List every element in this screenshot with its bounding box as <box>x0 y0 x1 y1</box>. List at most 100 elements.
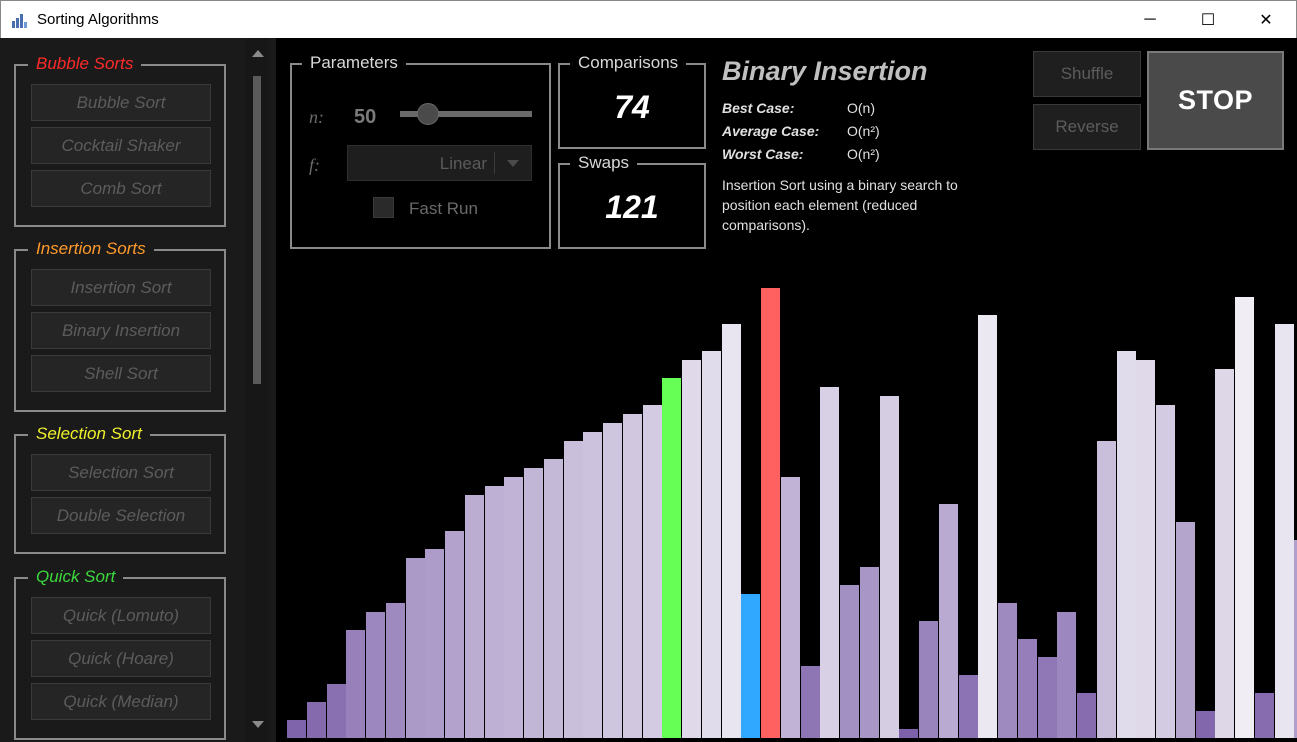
array-bar <box>1235 297 1254 738</box>
algorithm-button[interactable]: Bubble Sort <box>31 84 211 121</box>
average-case-label: Average Case: <box>722 123 820 139</box>
scroll-thumb[interactable] <box>253 76 261 384</box>
array-bar <box>781 477 800 738</box>
n-value: 50 <box>354 106 377 128</box>
algorithm-title: Binary Insertion <box>722 56 928 86</box>
scroll-down-arrow-icon[interactable] <box>252 721 264 728</box>
algorithm-sidebar: Bubble Sorts Bubble Sort Cocktail Shaker Co… <box>0 38 276 742</box>
group-title: Insertion Sorts <box>28 239 154 259</box>
array-bar <box>1097 441 1116 738</box>
array-bar <box>939 504 958 738</box>
array-bar <box>1275 324 1294 738</box>
sorting-visualization <box>287 270 1297 738</box>
comparisons-label: Comparisons <box>570 53 687 73</box>
fast-run-checkbox[interactable] <box>373 197 394 218</box>
sidebar-scrollbar[interactable] <box>246 38 268 742</box>
close-icon: ✕ <box>1259 12 1273 29</box>
array-bar <box>623 414 642 738</box>
array-bar <box>1196 711 1215 738</box>
array-bar <box>465 495 484 738</box>
swaps-value: 121 <box>605 189 659 225</box>
minimize-button[interactable]: ─ <box>1121 1 1179 39</box>
array-bar <box>722 324 741 738</box>
comparisons-panel: Comparisons 74 <box>558 53 706 149</box>
scroll-up-arrow-icon[interactable] <box>252 50 264 57</box>
fast-run-label: Fast Run <box>409 199 478 218</box>
maximize-icon: ☐ <box>1200 12 1216 29</box>
array-bar <box>564 441 583 738</box>
group-title: Selection Sort <box>28 424 150 444</box>
algorithm-group: Selection Sort Selection Sort Double Selec… <box>14 424 226 554</box>
array-bar <box>741 594 760 738</box>
array-bar <box>1136 360 1155 738</box>
n-slider-thumb[interactable] <box>417 103 439 125</box>
algorithm-button[interactable]: Quick (Hoare) <box>31 640 211 677</box>
worst-case-label: Worst Case: <box>722 146 804 162</box>
array-bar <box>366 612 385 738</box>
array-bar <box>880 396 899 738</box>
array-bar <box>346 630 365 738</box>
algorithm-button[interactable]: Comb Sort <box>31 170 211 207</box>
array-bar <box>425 549 444 738</box>
chevron-down-icon <box>507 160 519 167</box>
group-title: Bubble Sorts <box>28 54 142 74</box>
array-bar <box>1117 351 1136 738</box>
parameters-panel: Parameters n: 50 f: Linear Fast Run <box>290 53 551 249</box>
algorithm-button[interactable]: Selection Sort <box>31 454 211 491</box>
algorithm-button[interactable]: Quick (Median) <box>31 683 211 720</box>
worst-case-value: O(n²) <box>847 146 880 162</box>
f-select-value: Linear <box>439 154 487 173</box>
algorithm-description: Insertion Sort using a binary search to … <box>722 177 958 233</box>
array-bar <box>1057 612 1076 738</box>
array-bar <box>1255 693 1274 738</box>
array-bar <box>327 684 346 738</box>
array-bar <box>840 585 859 738</box>
group-title: Quick Sort <box>28 567 124 587</box>
array-bar <box>603 423 622 738</box>
array-bar <box>761 288 780 738</box>
parameters-title: Parameters <box>302 53 406 73</box>
close-button[interactable]: ✕ <box>1237 1 1295 39</box>
reverse-button[interactable]: Reverse <box>1033 104 1141 150</box>
array-bar <box>860 567 879 738</box>
array-bar <box>1156 405 1175 738</box>
algorithm-group: Quick Sort Quick (Lomuto) Quick (Hoare) Qui… <box>14 567 226 740</box>
array-bar <box>820 387 839 738</box>
f-select-divider <box>494 152 495 174</box>
array-bar <box>899 729 918 738</box>
best-case-value: O(n) <box>847 100 875 116</box>
minimize-icon: ─ <box>1144 11 1156 28</box>
array-bar <box>504 477 523 738</box>
app-window: Sorting Algorithms ─ ☐ ✕ Bubble Sorts Bub… <box>0 0 1297 742</box>
algorithm-button[interactable]: Double Selection <box>31 497 211 534</box>
algorithm-button[interactable]: Quick (Lomuto) <box>31 597 211 634</box>
algorithm-group: Bubble Sorts Bubble Sort Cocktail Shaker Co… <box>14 54 226 227</box>
array-bar <box>998 603 1017 738</box>
array-bar <box>1215 369 1234 738</box>
array-bar <box>978 315 997 738</box>
algorithm-button[interactable]: Shell Sort <box>31 355 211 392</box>
array-bar <box>702 351 721 738</box>
swaps-panel: Swaps 121 <box>558 153 706 249</box>
array-bar <box>643 405 662 738</box>
title-bar: Sorting Algorithms ─ ☐ ✕ <box>0 0 1297 38</box>
array-bar <box>1018 639 1037 738</box>
array-bar <box>1176 522 1195 738</box>
stop-button[interactable]: STOP <box>1147 51 1284 150</box>
algorithm-button[interactable]: Binary Insertion <box>31 312 211 349</box>
algorithm-button[interactable]: Insertion Sort <box>31 269 211 306</box>
algorithm-button[interactable]: Cocktail Shaker <box>31 127 211 164</box>
array-bar <box>682 360 701 738</box>
shuffle-button[interactable]: Shuffle <box>1033 51 1141 97</box>
array-bar <box>307 702 326 738</box>
array-bar <box>386 603 405 738</box>
array-bar <box>801 666 820 738</box>
window-title: Sorting Algorithms <box>37 11 159 28</box>
f-select[interactable]: Linear <box>347 145 532 181</box>
array-bar <box>445 531 464 738</box>
bar-chart-icon <box>11 11 29 29</box>
array-bar <box>544 459 563 738</box>
n-label: n: <box>309 107 324 127</box>
maximize-button[interactable]: ☐ <box>1179 1 1237 39</box>
array-bar <box>919 621 938 738</box>
